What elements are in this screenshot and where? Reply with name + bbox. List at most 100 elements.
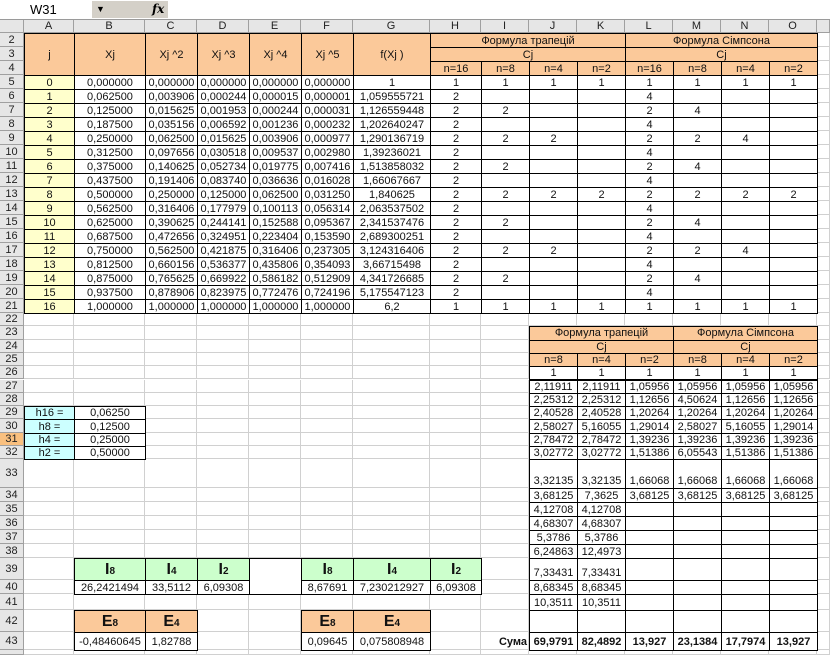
table-cell[interactable]: 0,000244 [197, 89, 250, 104]
product-cell[interactable]: 4,12708 [577, 502, 626, 518]
j-index[interactable]: 13 [24, 257, 75, 272]
cell[interactable] [481, 594, 529, 611]
cell[interactable] [353, 516, 430, 531]
cell[interactable] [817, 117, 830, 131]
row-header[interactable]: 24 [0, 339, 24, 353]
cell[interactable] [197, 366, 249, 380]
cell[interactable] [430, 544, 481, 559]
cell[interactable] [817, 558, 830, 581]
cell[interactable] [353, 379, 430, 393]
product-cell[interactable] [673, 516, 722, 532]
product-cell[interactable]: 10,3511 [577, 594, 626, 612]
table-cell[interactable]: 0,002980 [301, 145, 354, 160]
table-cell[interactable]: 1 [529, 75, 578, 90]
cell[interactable] [197, 516, 249, 531]
table-cell[interactable]: 0,062500 [145, 131, 198, 146]
cell[interactable] [817, 61, 830, 75]
table-cell[interactable]: 1,126559448 [353, 103, 431, 118]
product-cell[interactable] [769, 580, 818, 596]
table-cell[interactable]: 0,937500 [74, 285, 146, 300]
product-cell[interactable]: 1,20264 [769, 406, 818, 421]
cell[interactable] [817, 33, 830, 47]
table-cell[interactable] [577, 173, 626, 188]
product-cell[interactable]: 1 [769, 366, 818, 381]
table-cell[interactable] [529, 201, 578, 216]
table-cell[interactable]: 1,66067667 [353, 173, 431, 188]
cell[interactable] [24, 392, 74, 407]
table-cell[interactable] [577, 243, 626, 258]
cell[interactable] [197, 326, 249, 340]
product-cell[interactable] [769, 558, 818, 582]
j-index[interactable]: 10 [24, 215, 75, 230]
table-cell[interactable]: 4 [625, 117, 674, 132]
step-value[interactable]: 0,12500 [74, 419, 146, 434]
product-cell[interactable] [625, 558, 674, 582]
row-header[interactable]: 21 [0, 299, 24, 313]
cell[interactable] [353, 406, 430, 420]
table-cell[interactable] [721, 215, 770, 230]
column-header[interactable]: H [430, 20, 481, 33]
table-cell[interactable]: 1,000000 [301, 299, 354, 314]
table-cell[interactable] [529, 215, 578, 230]
table-cell[interactable]: 0,536377 [197, 257, 250, 272]
product-cell[interactable]: 6,24863 [529, 544, 578, 560]
table-cell[interactable]: 4 [625, 285, 674, 300]
cell[interactable] [145, 530, 197, 545]
table-cell[interactable]: 1 [577, 299, 626, 314]
cell[interactable] [353, 488, 430, 503]
cell[interactable] [197, 446, 249, 460]
cell[interactable] [74, 366, 145, 380]
product-cell[interactable]: 5,16055 [721, 419, 770, 434]
j-index[interactable]: 7 [24, 173, 75, 188]
table-cell[interactable]: 0,312500 [74, 145, 146, 160]
cell[interactable] [817, 594, 830, 611]
product-cell[interactable] [673, 580, 722, 596]
product-cell[interactable] [721, 610, 770, 634]
product-cell[interactable]: 4,68307 [529, 516, 578, 532]
cell[interactable] [430, 392, 481, 407]
cell[interactable] [145, 502, 197, 517]
j-index[interactable]: 9 [24, 201, 75, 216]
row-header[interactable]: 41 [0, 594, 24, 611]
cell[interactable] [24, 379, 74, 393]
table-cell[interactable]: 0,191406 [145, 173, 198, 188]
table-cell[interactable]: 0,000977 [301, 131, 354, 146]
table-cell[interactable]: 1 [481, 75, 530, 90]
table-cell[interactable] [529, 89, 578, 104]
cell[interactable] [301, 326, 353, 340]
cell[interactable] [24, 502, 74, 517]
table-cell[interactable] [673, 257, 722, 272]
table-cell[interactable]: 1 [577, 75, 626, 90]
table-cell[interactable] [481, 229, 530, 244]
table-cell[interactable]: 0,000000 [145, 75, 198, 90]
table-cell[interactable]: 2 [529, 243, 578, 258]
product-cell[interactable]: 10,3511 [529, 594, 578, 612]
j-index[interactable]: 5 [24, 145, 75, 160]
cell[interactable] [817, 299, 830, 313]
cell[interactable] [817, 215, 830, 229]
cell[interactable] [24, 544, 74, 559]
product-cell[interactable]: 3,32135 [529, 459, 578, 490]
cell[interactable] [197, 379, 249, 393]
row-header[interactable]: 10 [0, 145, 24, 159]
cell[interactable] [430, 530, 481, 545]
table-cell[interactable]: 0,000232 [301, 117, 354, 132]
cell[interactable] [24, 632, 74, 651]
table-cell[interactable]: 2,341537476 [353, 215, 431, 230]
cell[interactable] [430, 313, 481, 327]
cell[interactable] [817, 103, 830, 117]
row-header[interactable]: 25 [0, 352, 24, 367]
table-cell[interactable]: 2 [430, 89, 482, 104]
table-cell[interactable]: 0,100113 [249, 201, 302, 216]
table-cell[interactable] [577, 145, 626, 160]
product-cell[interactable] [769, 502, 818, 518]
table-cell[interactable]: 2 [481, 215, 530, 230]
table-cell[interactable] [577, 229, 626, 244]
cell[interactable] [249, 530, 301, 545]
cell[interactable] [24, 488, 74, 503]
table-cell[interactable]: 2 [430, 257, 482, 272]
table-cell[interactable]: 2 [625, 131, 674, 146]
product-cell[interactable]: 1,51386 [769, 446, 818, 461]
cell[interactable] [74, 530, 145, 545]
formula-input[interactable] [170, 1, 830, 18]
